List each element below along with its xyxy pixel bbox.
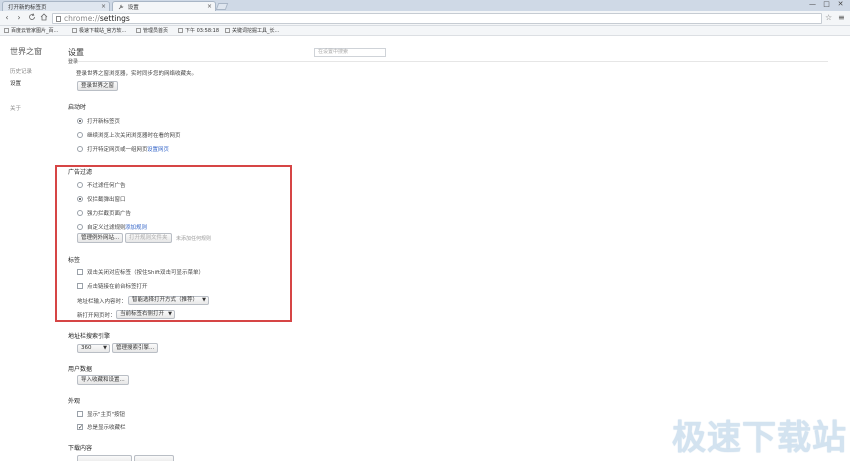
dblclick-close-label: 双击关闭对应标签（按住Shift双击可显示菜单） [87,270,205,276]
adfilter-radio-custom[interactable] [77,224,83,230]
minimize-icon[interactable]: — [807,0,818,9]
dropdown-arrow-icon: ▼ [168,311,173,317]
tab-strip: 打开新的标签页 × 设置 × — □ ✕ [0,0,850,11]
import-bookmarks-button[interactable]: 导入收藏和设置... [77,375,129,385]
foreground-tab-checkbox[interactable] [77,283,83,289]
nav-item-history[interactable]: 历史记录 [10,67,32,75]
startup-option-label: 打开特定网页或一组网页 [87,147,148,153]
adfilter-option-label: 不过滤任何广告 [87,183,126,189]
page-icon [136,28,141,33]
page-icon [178,28,183,33]
startup-title: 启动时 [68,104,87,111]
set-pages-link[interactable]: 设置网页 [147,145,169,153]
divider [68,61,828,62]
adfilter-title: 广告过滤 [68,169,93,176]
url-text: chrome://settings [64,14,130,23]
startup-radio-continue[interactable] [77,132,83,138]
home-icon[interactable] [39,13,49,23]
tab-settings[interactable]: 设置 × [112,1,216,11]
bookmark-item[interactable]: 极速下载站_官方软... [72,27,126,35]
change-download-folder-button[interactable] [134,455,174,461]
open-rules-folder-button[interactable]: 打开规则文件夹 [125,233,172,243]
page-icon [4,28,9,33]
downloads-title: 下载内容 [68,445,93,452]
startup-option-label: 打开新标签页 [87,119,121,125]
newtab-open-select[interactable]: 当前标签右侧打开 ▼ [116,310,176,319]
forward-icon[interactable]: › [14,13,24,23]
bookmarks-bar: 百度云管家图片_百... 极速下载站_官方软... 管理员首页 下午 03:58… [0,26,850,36]
tabs-title: 标签 [68,257,81,264]
brand-title: 世界之窗 [10,47,42,56]
addressbar-open-select[interactable]: 智能选择打开方式（推荐） ▼ [128,296,210,305]
startup-radio-newtab[interactable] [77,118,83,124]
show-bookmarks-bar-checkbox[interactable]: ✓ [77,424,83,431]
nav-item-about[interactable]: 关于 [10,104,21,112]
adfilter-radio-popups[interactable] [77,196,83,202]
menu-icon[interactable]: ≡ [838,13,845,23]
show-bookmarks-bar-label: 总是显示收藏栏 [87,425,126,431]
nav-item-settings[interactable]: 设置 [10,79,21,87]
adfilter-option-label: 仅拦截弹出窗口 [87,197,126,203]
close-icon[interactable]: × [207,3,212,10]
signin-button[interactable]: 登录世界之窗 [77,81,119,91]
page-title: 设置 [68,48,84,57]
left-nav: 世界之窗 历史记录 设置 关于 [0,37,55,461]
new-tab-button[interactable] [215,3,229,10]
settings-search-input[interactable]: 在设置中搜索 [314,48,386,57]
page-icon [225,28,230,33]
window-controls: — □ ✕ [807,0,846,10]
bookmark-item[interactable]: 百度云管家图片_百... [4,27,58,35]
signin-title: 登录 [68,59,79,65]
bookmark-item[interactable]: 下午 03:58:18 [178,27,219,35]
signin-desc: 登录世界之窗浏览器，实时同步您的网络收藏夹。 [76,71,198,77]
bookmark-item[interactable]: 管理员首页 [136,27,168,35]
show-home-label: 显示"主页"按钮 [87,412,126,418]
close-icon[interactable]: × [101,3,106,10]
newtab-open-label: 新打开网页时： [77,313,116,319]
manage-search-engines-button[interactable]: 管理搜索引擎... [112,343,159,353]
watermark-logo: 极速下载站 [672,418,847,458]
show-home-checkbox[interactable] [77,411,83,417]
wrench-icon [118,4,124,10]
startup-option-label: 继续浏览上次关闭浏览器时在看的网页 [87,133,181,139]
bookmark-star-icon[interactable]: ☆ [825,13,832,23]
dblclick-close-checkbox[interactable] [77,269,83,275]
dropdown-arrow-icon: ▼ [103,345,107,351]
page-icon [72,28,77,33]
adfilter-option-label: 自定义过滤规则 [87,225,126,231]
tab-new-tab[interactable]: 打开新的标签页 × [2,1,110,11]
add-rule-link[interactable]: 添加规则 [125,223,147,231]
dropdown-arrow-icon: ▼ [202,297,207,303]
bookmark-item[interactable]: 关键词挖掘工具_长... [225,27,279,35]
address-bar[interactable]: chrome://settings [52,13,822,24]
search-engine-select[interactable]: 360 ▼ [77,344,110,353]
downloads-location-field[interactable] [77,455,132,461]
adfilter-radio-none[interactable] [77,182,83,188]
rules-note: 未添加任何规则 [176,236,212,242]
adfilter-option-label: 强力拦截页面广告 [87,211,132,217]
toolbar: ‹ › chrome://settings ☆ ≡ [0,11,850,26]
search-engine-title: 地址栏搜索引擎 [68,333,111,340]
startup-radio-specific[interactable] [77,146,83,152]
appearance-title: 外观 [68,398,81,405]
addressbar-open-label: 地址栏输入内容时： [77,299,127,305]
user-data-title: 用户数据 [68,366,93,373]
back-icon[interactable]: ‹ [2,13,12,23]
manage-exceptions-button[interactable]: 管理例外网站... [77,233,124,243]
foreground-tab-label: 点击链接在前台标签打开 [87,284,148,290]
adfilter-radio-strong[interactable] [77,210,83,216]
page-icon [56,16,61,22]
close-window-icon[interactable]: ✕ [835,0,846,9]
maximize-icon[interactable]: □ [821,0,832,9]
reload-icon[interactable] [27,13,37,23]
